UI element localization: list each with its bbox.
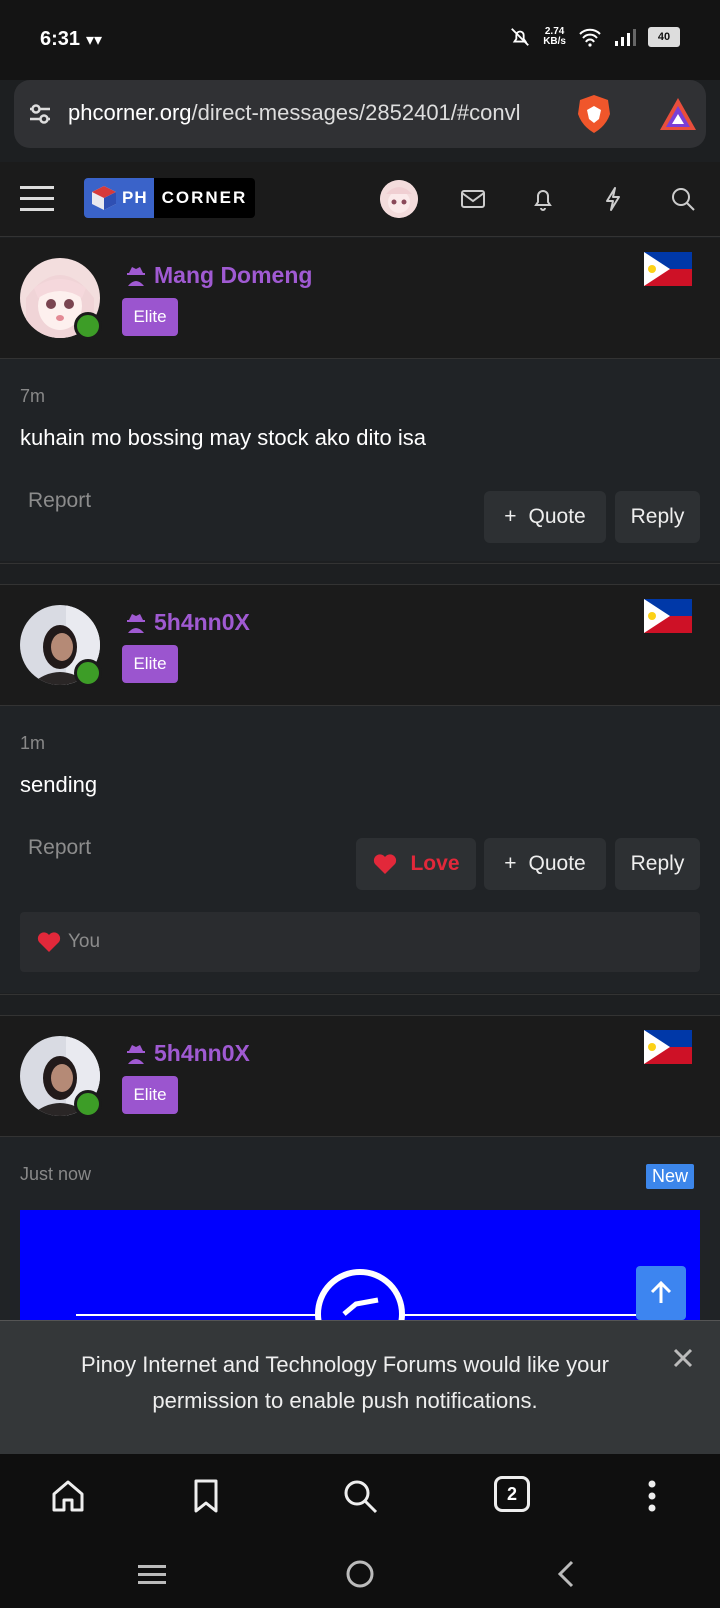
site-settings-icon[interactable] bbox=[26, 100, 54, 128]
logo-cube-icon bbox=[92, 186, 116, 210]
search-icon[interactable] bbox=[340, 1476, 380, 1516]
user-title-badge: Elite bbox=[122, 645, 178, 683]
scroll-to-top-button[interactable] bbox=[636, 1266, 686, 1320]
messages-icon[interactable] bbox=[458, 184, 488, 214]
push-notification-banner: Pinoy Internet and Technology Forums wou… bbox=[0, 1320, 720, 1455]
spy-icon bbox=[127, 266, 145, 286]
more-options-icon[interactable] bbox=[632, 1476, 672, 1516]
reply-button[interactable]: Reply bbox=[615, 491, 700, 543]
battery-indicator: 40 bbox=[648, 27, 680, 47]
clock: 6:31 bbox=[40, 28, 81, 50]
new-message-badge: New bbox=[646, 1164, 695, 1189]
signal-icon bbox=[615, 29, 636, 46]
philippines-flag-icon bbox=[644, 252, 692, 286]
philippines-flag-icon bbox=[644, 1030, 692, 1064]
hamburger-menu-icon[interactable] bbox=[20, 184, 54, 214]
report-link[interactable]: Report bbox=[28, 836, 91, 860]
push-notification-text[interactable]: Pinoy Internet and Technology Forums wou… bbox=[40, 1347, 650, 1419]
attached-image[interactable] bbox=[20, 1210, 700, 1320]
spy-icon bbox=[127, 1044, 145, 1064]
user-avatar[interactable] bbox=[380, 180, 418, 218]
search-icon[interactable] bbox=[668, 184, 698, 214]
mute-bell-icon bbox=[511, 28, 530, 46]
message-body: 7m kuhain mo bossing may stock ako dito … bbox=[0, 359, 720, 561]
quote-button[interactable]: + Quote bbox=[484, 491, 606, 543]
online-status-icon bbox=[74, 659, 102, 687]
message-header: 5h4nn0X Elite bbox=[0, 585, 720, 706]
message-separator bbox=[0, 994, 720, 1016]
browser-bottom-nav: 2 bbox=[0, 1454, 720, 1542]
arrow-up-icon bbox=[650, 1280, 672, 1303]
whats-new-bolt-icon[interactable] bbox=[598, 184, 628, 214]
user-title-badge: Elite bbox=[122, 1076, 178, 1114]
username[interactable]: 5h4nn0X bbox=[124, 1040, 250, 1067]
online-status-icon bbox=[74, 1090, 102, 1118]
username[interactable]: 5h4nn0X bbox=[124, 609, 250, 636]
plus-icon: + bbox=[504, 852, 517, 875]
network-speed: 2.74 KB/s bbox=[543, 26, 566, 47]
quote-button[interactable]: + Quote bbox=[484, 838, 606, 890]
close-icon[interactable] bbox=[672, 1347, 694, 1369]
message-time[interactable]: 1m bbox=[20, 733, 45, 754]
phcorner-logo[interactable]: PH CORNER bbox=[84, 178, 256, 218]
status-bar: 6:31 ▾▾ 2.74 KB/s 40 bbox=[0, 0, 720, 80]
tab-switcher-button[interactable]: 2 bbox=[494, 1476, 530, 1512]
home-icon[interactable] bbox=[48, 1476, 88, 1516]
glasses-icon: ▾▾ bbox=[86, 32, 103, 49]
reactions-bar[interactable]: You bbox=[20, 912, 700, 972]
report-link[interactable]: Report bbox=[28, 489, 91, 513]
message-text: kuhain mo bossing may stock ako dito isa bbox=[20, 425, 426, 450]
heart-icon bbox=[37, 932, 61, 952]
url-text[interactable]: phcorner.org/direct-messages/2852401/#co… bbox=[68, 100, 568, 126]
system-navigation-bar bbox=[0, 1542, 720, 1608]
message-header: Mang Domeng Elite bbox=[0, 238, 720, 359]
message-header: 5h4nn0X Elite bbox=[0, 1016, 720, 1137]
message-body: 1m sending Report Love + Quote Reply You bbox=[0, 706, 720, 993]
notifications-bell-icon[interactable] bbox=[528, 184, 558, 214]
home-circle-icon[interactable] bbox=[342, 1556, 378, 1592]
philippines-flag-icon bbox=[644, 599, 692, 633]
wifi-icon bbox=[579, 28, 601, 47]
back-icon[interactable] bbox=[548, 1556, 584, 1592]
site-header: PH CORNER bbox=[0, 162, 720, 237]
brave-shields-icon[interactable] bbox=[572, 92, 616, 136]
bookmark-icon[interactable] bbox=[186, 1476, 226, 1516]
love-reaction-button[interactable]: Love bbox=[356, 838, 476, 890]
username[interactable]: Mang Domeng bbox=[124, 262, 312, 289]
browser-url-bar[interactable]: phcorner.org/direct-messages/2852401/#co… bbox=[14, 80, 706, 148]
online-status-icon bbox=[74, 312, 102, 340]
user-title-badge: Elite bbox=[122, 298, 178, 336]
message-text: sending bbox=[20, 772, 98, 797]
recent-apps-icon[interactable] bbox=[134, 1556, 170, 1592]
message-separator bbox=[0, 563, 720, 585]
plus-icon: + bbox=[504, 505, 517, 528]
spy-icon bbox=[127, 613, 145, 633]
heart-icon bbox=[374, 854, 397, 874]
reply-button[interactable]: Reply bbox=[615, 838, 700, 890]
message-time[interactable]: 7m bbox=[20, 386, 45, 407]
message-time[interactable]: Just now bbox=[20, 1164, 91, 1185]
brave-rewards-icon[interactable] bbox=[658, 96, 698, 132]
